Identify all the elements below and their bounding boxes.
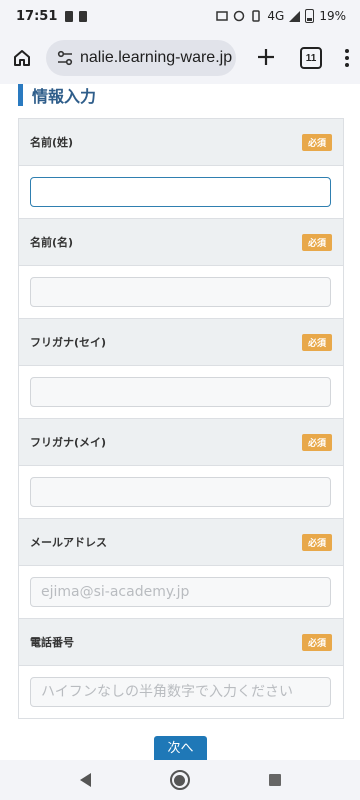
field-label: フリガナ(セイ) bbox=[30, 336, 107, 349]
menu-dot bbox=[345, 63, 349, 67]
field-body bbox=[19, 466, 343, 518]
field-label: 名前(姓) bbox=[30, 136, 74, 149]
section-heading: 情報入力 bbox=[18, 84, 96, 106]
field-body bbox=[19, 366, 343, 418]
field-header-phone: 電話番号 必須 bbox=[19, 618, 343, 666]
first-name-input[interactable] bbox=[30, 277, 331, 307]
browser-toolbar: nalie.learning-ware.jp 11 bbox=[0, 32, 360, 84]
required-badge: 必須 bbox=[301, 133, 332, 151]
home-nav-icon[interactable] bbox=[169, 770, 190, 790]
heading-accent-bar bbox=[18, 84, 23, 106]
section-title: 情報入力 bbox=[32, 87, 97, 106]
form-bottom-border bbox=[19, 718, 343, 719]
field-body bbox=[19, 266, 343, 318]
email-input[interactable] bbox=[30, 577, 331, 607]
field-label: 電話番号 bbox=[30, 636, 74, 649]
required-badge: 必須 bbox=[301, 433, 332, 451]
status-time: 17:51 bbox=[16, 8, 58, 24]
info-form: 名前(姓) 必須 名前(名) 必須 フリガナ(セイ) 必須 フリガナ(メイ) 必… bbox=[18, 118, 344, 719]
status-bar: 17:51 4G 19% bbox=[0, 0, 360, 32]
field-body bbox=[19, 566, 343, 618]
field-header-first-name: 名前(名) 必須 bbox=[19, 218, 343, 266]
vibrate-icon bbox=[252, 10, 261, 22]
required-badge: 必須 bbox=[301, 233, 332, 251]
field-header-email: メールアドレス 必須 bbox=[19, 518, 343, 566]
last-name-kana-input[interactable] bbox=[30, 377, 331, 407]
back-icon[interactable] bbox=[79, 773, 91, 787]
plus-icon bbox=[258, 49, 274, 65]
hotspot-icon bbox=[234, 10, 245, 22]
status-left-icons bbox=[65, 10, 88, 22]
new-tab-button[interactable] bbox=[254, 46, 278, 70]
first-name-kana-input[interactable] bbox=[30, 477, 331, 507]
required-badge: 必須 bbox=[301, 633, 332, 651]
next-button[interactable]: 次へ bbox=[154, 736, 207, 760]
field-body bbox=[19, 166, 343, 218]
tab-switcher-button[interactable]: 11 bbox=[300, 47, 322, 69]
battery-level: 19% bbox=[319, 9, 346, 23]
menu-dot bbox=[345, 49, 349, 53]
cast-icon bbox=[216, 11, 229, 21]
field-label: 名前(名) bbox=[30, 236, 74, 249]
page-content: 情報入力 名前(姓) 必須 名前(名) 必須 フリガナ(セイ) 必須 フリガナ(… bbox=[0, 84, 360, 760]
field-header-last-name-kana: フリガナ(セイ) 必須 bbox=[19, 318, 343, 366]
system-nav-bar bbox=[0, 760, 360, 800]
field-label: フリガナ(メイ) bbox=[30, 436, 107, 449]
site-settings-icon[interactable] bbox=[56, 49, 74, 67]
notification-icon bbox=[65, 10, 74, 22]
home-button[interactable] bbox=[10, 46, 34, 70]
recent-apps-icon[interactable] bbox=[268, 774, 281, 786]
phone-input[interactable] bbox=[30, 677, 331, 707]
battery-icon bbox=[305, 9, 315, 23]
more-menu-button[interactable] bbox=[342, 49, 352, 67]
field-header-last-name: 名前(姓) 必須 bbox=[19, 118, 343, 166]
signal-icon bbox=[289, 10, 301, 22]
required-badge: 必須 bbox=[301, 533, 332, 551]
url-text[interactable]: nalie.learning-ware.jp bbox=[80, 49, 232, 67]
network-type: 4G bbox=[267, 9, 285, 23]
menu-dot bbox=[345, 56, 349, 60]
required-badge: 必須 bbox=[301, 333, 332, 351]
status-right: 4G 19% bbox=[216, 9, 346, 23]
field-body bbox=[19, 666, 343, 718]
home-icon bbox=[14, 50, 30, 66]
field-header-first-name-kana: フリガナ(メイ) 必須 bbox=[19, 418, 343, 466]
last-name-input[interactable] bbox=[30, 177, 331, 207]
notification-icon bbox=[79, 10, 88, 22]
field-label: メールアドレス bbox=[30, 536, 107, 549]
address-bar[interactable]: nalie.learning-ware.jp bbox=[46, 40, 236, 76]
